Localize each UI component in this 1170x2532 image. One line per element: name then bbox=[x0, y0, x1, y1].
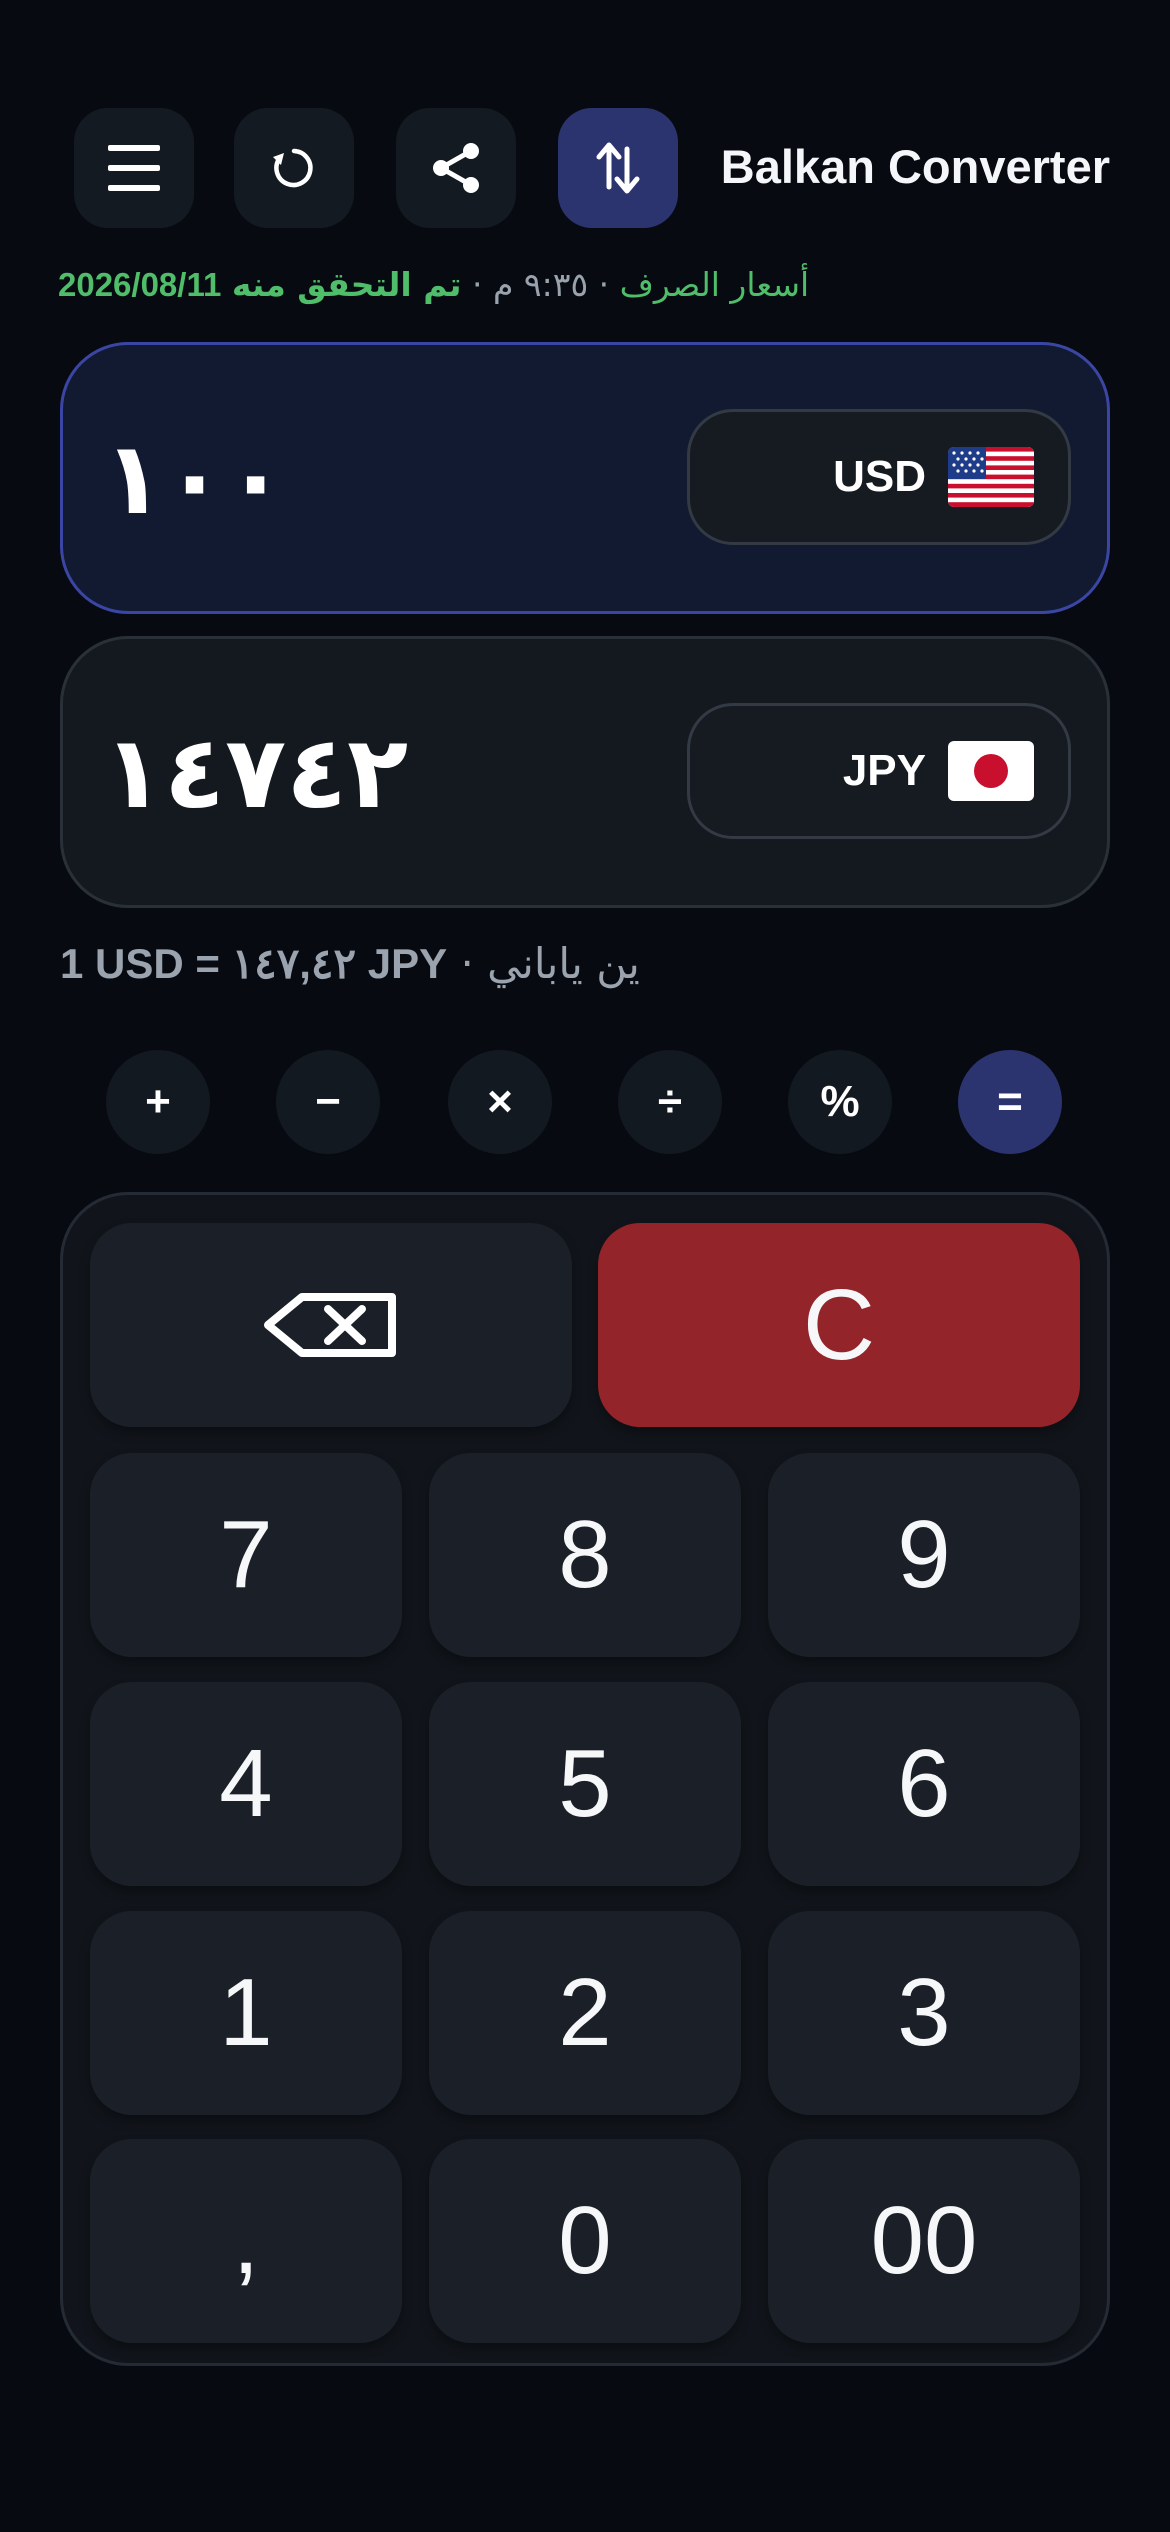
keypad: C 7 8 9 4 5 6 1 2 3 , 0 00 bbox=[60, 1192, 1110, 2366]
key-0[interactable]: 0 bbox=[429, 2139, 741, 2343]
exchange-rate-line: 1 USD = ١٤٧,٤٢ JPY · ين ياباني bbox=[60, 934, 640, 994]
swap-currencies-button[interactable] bbox=[558, 108, 678, 228]
refresh-button[interactable] bbox=[234, 108, 354, 228]
percent-button[interactable]: % bbox=[788, 1050, 892, 1154]
menu-icon bbox=[108, 145, 160, 191]
key-decimal-separator[interactable]: , bbox=[90, 2139, 402, 2343]
key-1[interactable]: 1 bbox=[90, 1911, 402, 2115]
share-icon bbox=[433, 143, 479, 193]
share-button[interactable] bbox=[396, 108, 516, 228]
divide-button[interactable]: ÷ bbox=[618, 1050, 722, 1154]
equals-button[interactable]: = bbox=[958, 1050, 1062, 1154]
exchange-rate: 1 USD = ١٤٧,٤٢ JPY bbox=[60, 940, 448, 987]
key-2[interactable]: 2 bbox=[429, 1911, 741, 2115]
from-currency-selector[interactable]: USD bbox=[687, 409, 1071, 545]
key-8[interactable]: 8 bbox=[429, 1453, 741, 1657]
to-currency-card[interactable]: ١٤٧٤٢ JPY bbox=[60, 636, 1110, 908]
from-currency-card[interactable]: ١٠٠ USD bbox=[60, 342, 1110, 614]
rates-date: 2026/08/11 bbox=[58, 266, 222, 303]
to-currency-code: JPY bbox=[842, 746, 926, 795]
us-flag-icon bbox=[948, 447, 1034, 507]
menu-button[interactable] bbox=[74, 108, 194, 228]
refresh-icon bbox=[273, 148, 313, 188]
key-6[interactable]: 6 bbox=[768, 1682, 1080, 1886]
to-currency-selector[interactable]: JPY bbox=[687, 703, 1071, 839]
swap-icon bbox=[596, 142, 640, 194]
key-5[interactable]: 5 bbox=[429, 1682, 741, 1886]
backspace-icon bbox=[264, 1293, 396, 1357]
key-00[interactable]: 00 bbox=[768, 2139, 1080, 2343]
rates-status: 2026/08/11 أسعار الصرف · ٩:٣٥ م · تم الت… bbox=[58, 258, 1118, 312]
multiply-button[interactable]: × bbox=[448, 1050, 552, 1154]
clear-button[interactable]: C bbox=[598, 1223, 1080, 1427]
rates-label: أسعار الصرف bbox=[619, 265, 810, 304]
rates-time: · ٩:٣٥ م · bbox=[471, 265, 610, 304]
key-7[interactable]: 7 bbox=[90, 1453, 402, 1657]
key-4[interactable]: 4 bbox=[90, 1682, 402, 1886]
key-3[interactable]: 3 bbox=[768, 1911, 1080, 2115]
verified-label: تم التحقق منه bbox=[231, 265, 462, 304]
plus-button[interactable]: + bbox=[106, 1050, 210, 1154]
backspace-button[interactable] bbox=[90, 1223, 572, 1427]
app-title: Balkan Converter bbox=[720, 140, 1110, 193]
key-9[interactable]: 9 bbox=[768, 1453, 1080, 1657]
currency-name: · ين ياباني bbox=[460, 939, 640, 988]
jp-flag-icon bbox=[948, 741, 1034, 801]
to-amount: ١٤٧٤٢ bbox=[103, 713, 409, 831]
from-amount: ١٠٠ bbox=[103, 419, 287, 537]
minus-button[interactable]: − bbox=[276, 1050, 380, 1154]
from-currency-code: USD bbox=[833, 452, 926, 501]
